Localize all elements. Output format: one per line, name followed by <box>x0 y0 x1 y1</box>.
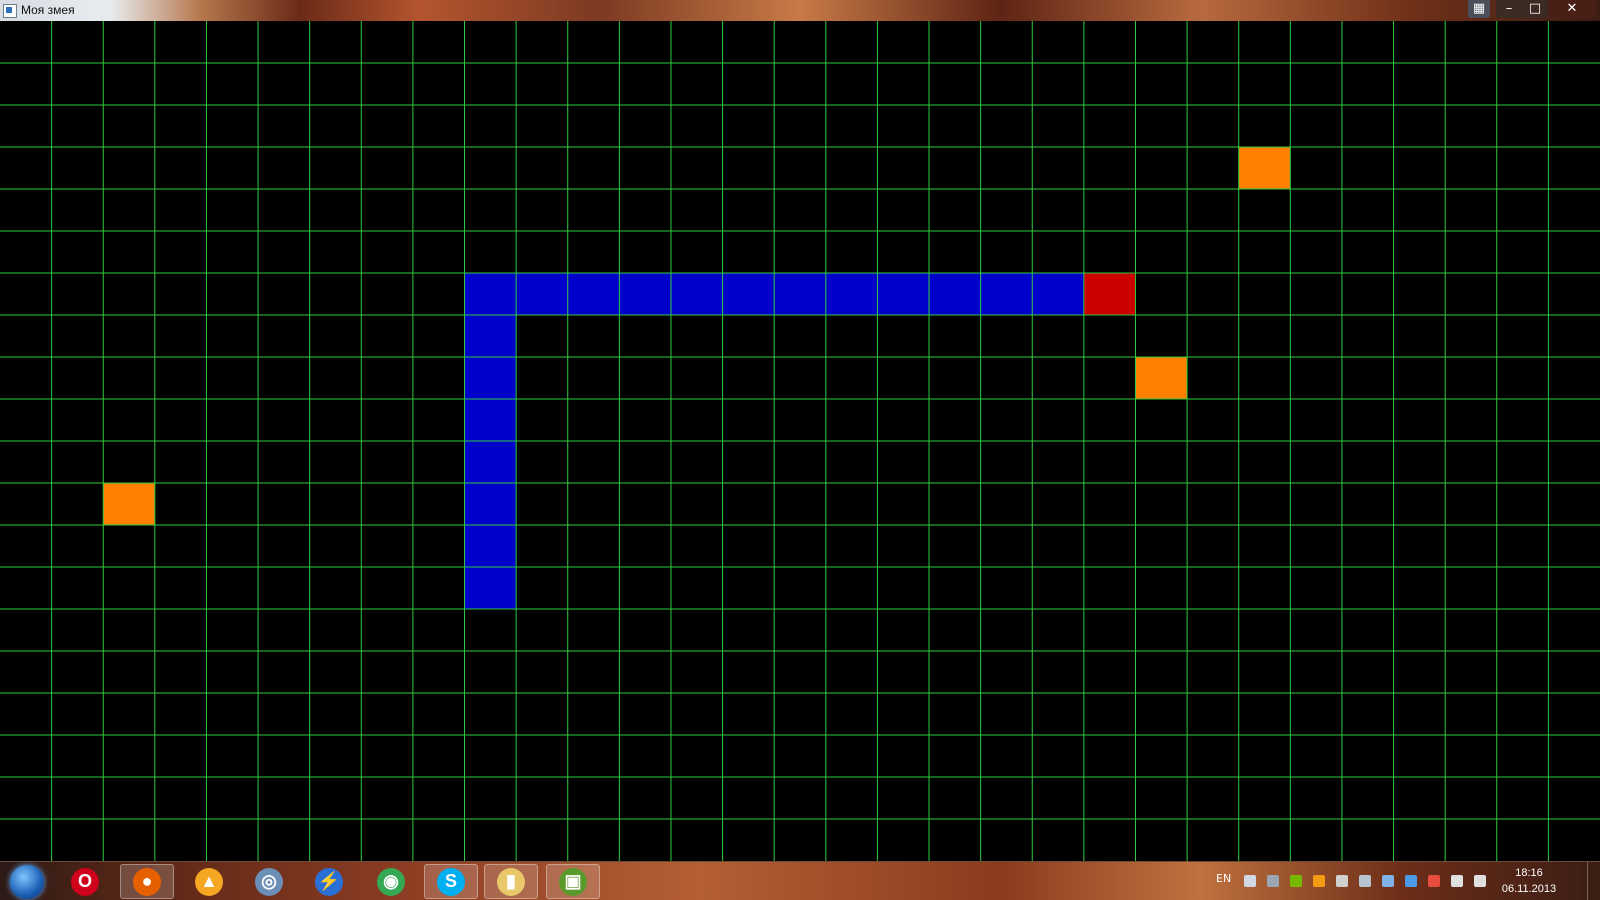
windows-start-icon <box>10 864 44 899</box>
snap-layout-icon[interactable]: ▦ <box>1468 0 1490 18</box>
snake-head <box>1083 273 1136 315</box>
thunder-tray-icon[interactable] <box>1405 875 1417 887</box>
action-center-icon[interactable] <box>1451 875 1463 887</box>
food-item <box>103 483 155 525</box>
taskbar-item-snake[interactable]: ▣ <box>546 864 600 899</box>
lightning-icon: ⚡ <box>315 867 343 896</box>
snake-game-icon: ▣ <box>559 867 587 896</box>
close-button[interactable]: ✕ <box>1548 0 1596 18</box>
flag-icon[interactable] <box>1428 875 1440 887</box>
network-icon[interactable] <box>1336 875 1348 887</box>
taskbar-item-chrome[interactable]: ◉ <box>364 864 418 899</box>
snake-body-segment <box>464 567 517 609</box>
game-canvas[interactable] <box>0 21 1600 861</box>
avast-icon[interactable] <box>1313 875 1325 887</box>
daemon-tools-icon: ◎ <box>255 867 283 896</box>
snake-body-segment <box>774 273 826 315</box>
taskbar-item-explorer[interactable]: ▮ <box>484 864 538 899</box>
snake-body-segment <box>670 273 723 315</box>
food-item <box>1238 147 1291 189</box>
clock[interactable]: 18:16 06.11.2013 <box>1494 865 1564 897</box>
keyboard-icon[interactable] <box>1244 875 1256 887</box>
language-indicator[interactable]: EN <box>1216 872 1231 885</box>
show-desktop-button[interactable] <box>1587 862 1600 900</box>
opera-icon: O <box>71 867 99 896</box>
snake-body-segment <box>464 357 517 399</box>
system-tray: EN 18:16 06.11.2013 <box>1210 862 1600 900</box>
start-button[interactable] <box>0 864 54 899</box>
window-title-bar: Моя змея ▦ – □ ✕ <box>0 0 1600 21</box>
snake-body-segment <box>619 273 671 315</box>
usb-icon[interactable] <box>1359 875 1371 887</box>
clock-date: 06.11.2013 <box>1501 883 1557 895</box>
taskbar: O ● ▲ ◎ ⚡ ◉ S ▮ ▣ EN 18:16 06.11.2013 <box>0 861 1600 900</box>
snake-body-segment <box>877 273 930 315</box>
snake-body-segment <box>929 273 981 315</box>
taskbar-item-opera[interactable]: O <box>58 864 112 899</box>
minimize-button[interactable]: – <box>1496 0 1522 18</box>
snake-body-segment <box>980 273 1033 315</box>
taskbar-item-aimp[interactable]: ▲ <box>182 864 236 899</box>
window-title: Моя змея <box>21 3 75 17</box>
folder-icon: ▮ <box>497 867 525 896</box>
snake-body-segment <box>464 399 517 441</box>
snake-body-segment <box>464 483 517 525</box>
snake-body-segment <box>516 273 568 315</box>
snake-body-segment <box>464 273 517 315</box>
nvidia-icon[interactable] <box>1290 875 1302 887</box>
firefox-icon: ● <box>133 867 161 896</box>
snake-body-segment <box>567 273 620 315</box>
game-board[interactable] <box>0 21 1600 861</box>
skype-icon: S <box>437 867 465 896</box>
update-icon[interactable] <box>1382 875 1394 887</box>
taskbar-item-skype[interactable]: S <box>424 864 478 899</box>
volume-icon[interactable] <box>1474 875 1486 887</box>
taskbar-item-daemon[interactable]: ◎ <box>242 864 296 899</box>
snake-body-segment <box>464 525 517 567</box>
snake-body-segment <box>1032 273 1084 315</box>
steam-icon[interactable] <box>1267 875 1279 887</box>
food-item <box>1135 357 1188 399</box>
snake-body-segment <box>464 441 517 483</box>
aimp-icon: ▲ <box>195 867 223 896</box>
app-window-icon[interactable] <box>3 4 17 18</box>
taskbar-item-firefox[interactable]: ● <box>120 864 174 899</box>
taskbar-item-thunder[interactable]: ⚡ <box>302 864 356 899</box>
maximize-button[interactable]: □ <box>1522 0 1548 18</box>
clock-time: 18:16 <box>1515 867 1543 879</box>
snake-body-segment <box>722 273 775 315</box>
chrome-icon: ◉ <box>377 867 405 896</box>
snake-body-segment <box>464 315 517 357</box>
snake-body-segment <box>825 273 878 315</box>
